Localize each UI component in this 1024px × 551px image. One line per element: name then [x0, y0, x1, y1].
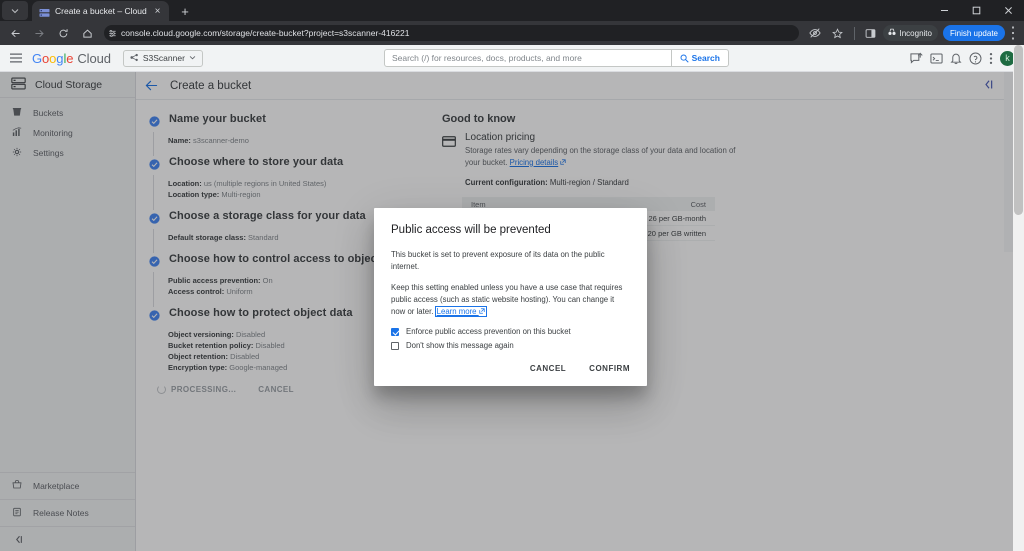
close-icon[interactable]: × — [151, 5, 164, 18]
side-panel-icon[interactable] — [860, 22, 882, 44]
logo-e1: e — [66, 50, 74, 66]
navigation-menu-icon[interactable] — [0, 52, 32, 64]
tab-strip: Create a bucket – Cloud Storag × + — [0, 0, 1024, 21]
logo-o2: o — [49, 50, 57, 66]
notifications-bell-icon[interactable] — [950, 52, 962, 65]
dont-show-again-checkbox[interactable] — [391, 341, 399, 350]
page-scrollbar[interactable] — [1013, 45, 1024, 551]
external-link-icon — [477, 307, 485, 316]
finish-update-button[interactable]: Finish update — [942, 25, 1005, 41]
window-close-icon[interactable] — [992, 0, 1024, 21]
toolbar-divider — [853, 26, 855, 40]
tracking-protection-icon[interactable] — [804, 22, 826, 44]
dialog-confirm-button[interactable]: CONFIRM — [589, 364, 630, 373]
dialog-paragraph-2: Keep this setting enabled unless you hav… — [391, 282, 630, 318]
more-options-icon[interactable] — [989, 52, 993, 65]
project-selector[interactable]: S3Scanner — [122, 49, 203, 67]
search-icon — [680, 54, 689, 63]
home-icon[interactable] — [76, 22, 98, 44]
new-tab-button[interactable]: + — [175, 1, 195, 21]
logo-cloud-word: Cloud — [77, 50, 111, 66]
main-scrollbar-thumb[interactable] — [1004, 72, 1013, 252]
maximize-icon[interactable] — [960, 0, 992, 21]
dont-show-again-row[interactable]: Don't show this message again — [391, 341, 630, 350]
finish-update-label: Finish update — [949, 28, 998, 38]
cloud-shell-icon[interactable] — [930, 52, 943, 65]
console-search[interactable]: Search (/) for resources, docs, products… — [383, 49, 729, 67]
incognito-icon — [887, 27, 897, 39]
google-cloud-logo[interactable]: Google Cloud — [32, 51, 111, 66]
page-scrollbar-thumb[interactable] — [1014, 45, 1023, 215]
toolbar-actions: Incognito Finish update ⋮ — [804, 22, 1021, 44]
feedback-icon[interactable] — [910, 52, 923, 65]
enforce-prevention-row[interactable]: Enforce public access prevention on this… — [391, 327, 630, 336]
learn-more-label: Learn more — [436, 307, 477, 316]
nav-buttons — [4, 22, 98, 44]
dialog-title: Public access will be prevented — [391, 224, 551, 236]
chevron-down-icon — [11, 8, 19, 13]
browser-toolbar: console.cloud.google.com/storage/create-… — [0, 21, 1024, 45]
search-button[interactable]: Search — [670, 50, 728, 66]
enforce-prevention-label: Enforce public access prevention on this… — [406, 327, 571, 336]
browser-menu-icon[interactable]: ⋮ — [1005, 23, 1021, 43]
learn-more-link[interactable]: Learn more — [434, 306, 487, 317]
public-access-dialog: Public access will be prevented This buc… — [374, 208, 647, 386]
dialog-cancel-button[interactable]: CANCEL — [530, 364, 566, 373]
browser-window: Create a bucket – Cloud Storag × + — [0, 0, 1024, 551]
tab-search-button[interactable] — [2, 1, 28, 20]
incognito-label: Incognito — [899, 28, 932, 38]
address-bar[interactable]: console.cloud.google.com/storage/create-… — [104, 25, 799, 41]
incognito-indicator[interactable]: Incognito — [882, 25, 938, 41]
back-icon[interactable] — [4, 22, 26, 44]
project-name: S3Scanner — [142, 53, 185, 63]
logo-o1: o — [42, 50, 50, 66]
minimize-icon[interactable] — [928, 0, 960, 21]
logo-g1: G — [32, 50, 43, 66]
browser-tab[interactable]: Create a bucket – Cloud Storag × — [32, 1, 169, 21]
url-text: console.cloud.google.com/storage/create-… — [121, 28, 410, 38]
forward-icon[interactable] — [28, 22, 50, 44]
paragraph-text: Keep this setting enabled unless you hav… — [391, 283, 623, 316]
main-scrollbar[interactable] — [1004, 72, 1013, 551]
help-icon[interactable] — [969, 52, 982, 65]
cloud-storage-favicon — [39, 6, 50, 17]
search-button-label: Search — [691, 53, 720, 63]
project-icon — [130, 53, 139, 64]
reload-icon[interactable] — [52, 22, 74, 44]
dialog-paragraph-1: This bucket is set to prevent exposure o… — [391, 250, 605, 271]
header-actions: k — [910, 50, 1015, 66]
window-controls — [928, 0, 1024, 21]
cloud-console-header: Google Cloud S3Scanner Search (/) for re… — [0, 45, 1024, 72]
dont-show-again-label: Don't show this message again — [406, 341, 514, 350]
enforce-prevention-checkbox[interactable] — [391, 327, 399, 336]
tab-title: Create a bucket – Cloud Storag — [55, 6, 149, 16]
chevron-down-icon — [189, 53, 196, 63]
dialog-actions: CANCEL CONFIRM — [530, 364, 630, 373]
search-input[interactable]: Search (/) for resources, docs, products… — [385, 53, 671, 63]
bookmark-star-icon[interactable] — [827, 22, 849, 44]
site-settings-icon[interactable] — [108, 29, 117, 38]
logo-g2: g — [56, 50, 64, 66]
